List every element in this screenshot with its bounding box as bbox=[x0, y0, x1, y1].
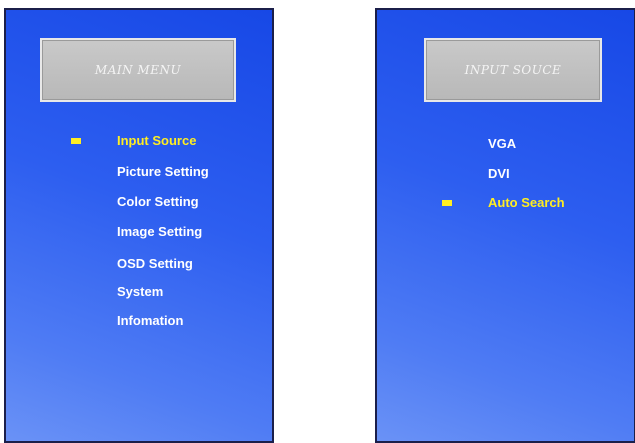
menu-item-vga[interactable]: VGA bbox=[488, 136, 516, 152]
menu-item-infomation[interactable]: Infomation bbox=[117, 313, 183, 329]
main-menu-panel: MAIN MENU Input Source Picture Setting C… bbox=[4, 8, 274, 443]
main-menu-title-box: MAIN MENU bbox=[40, 38, 236, 102]
selection-cursor-icon bbox=[442, 200, 452, 206]
main-menu-title: MAIN MENU bbox=[94, 63, 182, 77]
menu-item-osd-setting[interactable]: OSD Setting bbox=[117, 256, 193, 272]
selection-cursor-icon bbox=[71, 138, 81, 144]
menu-item-system[interactable]: System bbox=[117, 284, 163, 300]
menu-item-input-source[interactable]: Input Source bbox=[117, 133, 196, 149]
menu-item-image-setting[interactable]: Image Setting bbox=[117, 224, 202, 240]
menu-item-dvi[interactable]: DVI bbox=[488, 166, 510, 182]
osd-screenshot: MAIN MENU Input Source Picture Setting C… bbox=[0, 0, 635, 443]
input-source-title: INPUT SOUCE bbox=[464, 63, 562, 77]
menu-item-picture-setting[interactable]: Picture Setting bbox=[117, 164, 209, 180]
menu-item-auto-search[interactable]: Auto Search bbox=[488, 195, 565, 211]
input-source-panel: INPUT SOUCE VGA DVI Auto Search bbox=[375, 8, 635, 443]
menu-item-color-setting[interactable]: Color Setting bbox=[117, 194, 199, 210]
input-source-title-box: INPUT SOUCE bbox=[424, 38, 602, 102]
